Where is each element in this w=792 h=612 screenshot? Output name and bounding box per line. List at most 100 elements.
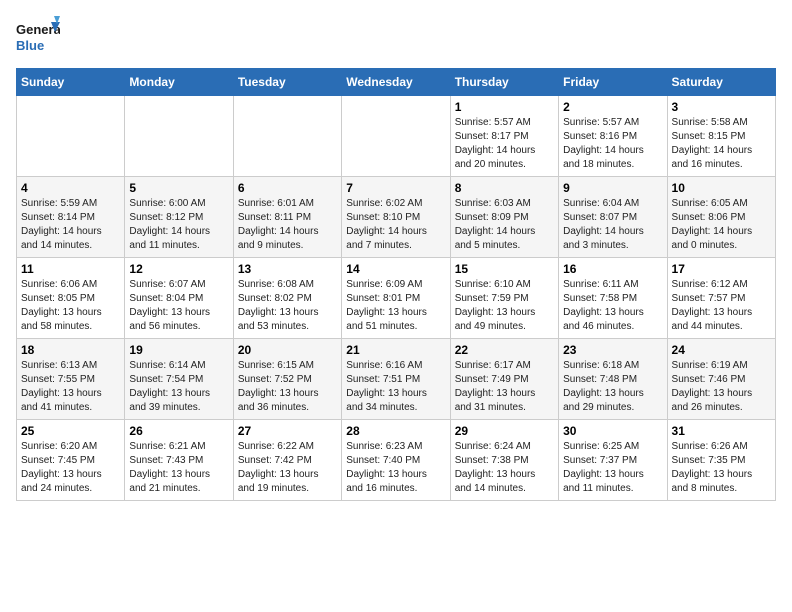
day-info: Sunrise: 6:08 AM Sunset: 8:02 PM Dayligh… (238, 278, 337, 334)
day-number: 10 (672, 181, 771, 195)
day-number: 15 (455, 262, 554, 276)
day-number: 17 (672, 262, 771, 276)
day-info: Sunrise: 6:17 AM Sunset: 7:49 PM Dayligh… (455, 359, 554, 415)
day-cell (17, 96, 125, 177)
header-sunday: Sunday (17, 69, 125, 96)
day-info: Sunrise: 6:13 AM Sunset: 7:55 PM Dayligh… (21, 359, 120, 415)
day-cell (233, 96, 341, 177)
day-info: Sunrise: 6:21 AM Sunset: 7:43 PM Dayligh… (129, 440, 228, 496)
header-wednesday: Wednesday (342, 69, 450, 96)
week-row-3: 18 Sunrise: 6:13 AM Sunset: 7:55 PM Dayli… (17, 339, 776, 420)
day-info: Sunrise: 6:26 AM Sunset: 7:35 PM Dayligh… (672, 440, 771, 496)
day-number: 2 (563, 100, 662, 114)
day-info: Sunrise: 6:04 AM Sunset: 8:07 PM Dayligh… (563, 197, 662, 253)
day-number: 31 (672, 424, 771, 438)
day-cell: 24Sunrise: 6:19 AM Sunset: 7:46 PM Dayli… (667, 339, 775, 420)
day-cell: 17 Sunrise: 6:12 AM Sunset: 7:57 PM Dayli… (667, 258, 775, 339)
day-number: 19 (129, 343, 228, 357)
week-row-1: 4Sunrise: 5:59 AM Sunset: 8:14 PM Daylig… (17, 177, 776, 258)
day-info: Sunrise: 6:07 AM Sunset: 8:04 PM Dayligh… (129, 278, 228, 334)
day-number: 7 (346, 181, 445, 195)
day-cell: 20 Sunrise: 6:15 AM Sunset: 7:52 PM Dayli… (233, 339, 341, 420)
day-cell: 19 Sunrise: 6:14 AM Sunset: 7:54 PM Dayli… (125, 339, 233, 420)
day-info: Sunrise: 6:18 AM Sunset: 7:48 PM Dayligh… (563, 359, 662, 415)
day-number: 30 (563, 424, 662, 438)
day-number: 26 (129, 424, 228, 438)
day-info: Sunrise: 6:00 AM Sunset: 8:12 PM Dayligh… (129, 197, 228, 253)
page-header: GeneralBlue (16, 16, 776, 60)
day-info: Sunrise: 6:01 AM Sunset: 8:11 PM Dayligh… (238, 197, 337, 253)
day-cell: 22 Sunrise: 6:17 AM Sunset: 7:49 PM Dayli… (450, 339, 558, 420)
day-info: Sunrise: 6:10 AM Sunset: 7:59 PM Dayligh… (455, 278, 554, 334)
day-info: Sunrise: 6:23 AM Sunset: 7:40 PM Dayligh… (346, 440, 445, 496)
day-number: 28 (346, 424, 445, 438)
day-cell: 8Sunrise: 6:03 AM Sunset: 8:09 PM Daylig… (450, 177, 558, 258)
day-cell: 27Sunrise: 6:22 AM Sunset: 7:42 PM Dayli… (233, 420, 341, 501)
calendar-header: SundayMondayTuesdayWednesdayThursdayFrid… (17, 69, 776, 96)
day-info: Sunrise: 6:12 AM Sunset: 7:57 PM Dayligh… (672, 278, 771, 334)
day-cell: 26 Sunrise: 6:21 AM Sunset: 7:43 PM Dayli… (125, 420, 233, 501)
day-number: 22 (455, 343, 554, 357)
day-cell: 25 Sunrise: 6:20 AM Sunset: 7:45 PM Dayli… (17, 420, 125, 501)
day-info: Sunrise: 6:05 AM Sunset: 8:06 PM Dayligh… (672, 197, 771, 253)
day-number: 6 (238, 181, 337, 195)
day-cell: 7 Sunrise: 6:02 AM Sunset: 8:10 PM Daylig… (342, 177, 450, 258)
day-cell: 15 Sunrise: 6:10 AM Sunset: 7:59 PM Dayli… (450, 258, 558, 339)
day-info: Sunrise: 6:06 AM Sunset: 8:05 PM Dayligh… (21, 278, 120, 334)
day-cell: 23Sunrise: 6:18 AM Sunset: 7:48 PM Dayli… (559, 339, 667, 420)
day-number: 11 (21, 262, 120, 276)
day-cell: 21 Sunrise: 6:16 AM Sunset: 7:51 PM Dayli… (342, 339, 450, 420)
day-info: Sunrise: 6:03 AM Sunset: 8:09 PM Dayligh… (455, 197, 554, 253)
day-cell: 4Sunrise: 5:59 AM Sunset: 8:14 PM Daylig… (17, 177, 125, 258)
day-info: Sunrise: 6:14 AM Sunset: 7:54 PM Dayligh… (129, 359, 228, 415)
day-cell: 3Sunrise: 5:58 AM Sunset: 8:15 PM Daylig… (667, 96, 775, 177)
day-info: Sunrise: 6:16 AM Sunset: 7:51 PM Dayligh… (346, 359, 445, 415)
day-info: Sunrise: 5:58 AM Sunset: 8:15 PM Dayligh… (672, 116, 771, 172)
day-cell: 16 Sunrise: 6:11 AM Sunset: 7:58 PM Dayli… (559, 258, 667, 339)
week-row-4: 25 Sunrise: 6:20 AM Sunset: 7:45 PM Dayli… (17, 420, 776, 501)
day-cell: 28 Sunrise: 6:23 AM Sunset: 7:40 PM Dayli… (342, 420, 450, 501)
header-monday: Monday (125, 69, 233, 96)
day-number: 29 (455, 424, 554, 438)
day-number: 18 (21, 343, 120, 357)
day-number: 25 (21, 424, 120, 438)
day-cell: 1Sunrise: 5:57 AM Sunset: 8:17 PM Daylig… (450, 96, 558, 177)
logo: GeneralBlue (16, 16, 60, 60)
header-friday: Friday (559, 69, 667, 96)
day-number: 14 (346, 262, 445, 276)
day-number: 12 (129, 262, 228, 276)
day-cell: 2Sunrise: 5:57 AM Sunset: 8:16 PM Daylig… (559, 96, 667, 177)
day-info: Sunrise: 6:09 AM Sunset: 8:01 PM Dayligh… (346, 278, 445, 334)
day-number: 16 (563, 262, 662, 276)
header-thursday: Thursday (450, 69, 558, 96)
day-cell: 18 Sunrise: 6:13 AM Sunset: 7:55 PM Dayli… (17, 339, 125, 420)
day-number: 21 (346, 343, 445, 357)
day-info: Sunrise: 6:11 AM Sunset: 7:58 PM Dayligh… (563, 278, 662, 334)
week-row-0: 1Sunrise: 5:57 AM Sunset: 8:17 PM Daylig… (17, 96, 776, 177)
day-info: Sunrise: 6:02 AM Sunset: 8:10 PM Dayligh… (346, 197, 445, 253)
day-cell: 10 Sunrise: 6:05 AM Sunset: 8:06 PM Dayli… (667, 177, 775, 258)
day-cell: 31 Sunrise: 6:26 AM Sunset: 7:35 PM Dayli… (667, 420, 775, 501)
day-number: 27 (238, 424, 337, 438)
day-number: 20 (238, 343, 337, 357)
header-saturday: Saturday (667, 69, 775, 96)
day-info: Sunrise: 5:59 AM Sunset: 8:14 PM Dayligh… (21, 197, 120, 253)
day-cell: 12 Sunrise: 6:07 AM Sunset: 8:04 PM Dayli… (125, 258, 233, 339)
day-cell: 5 Sunrise: 6:00 AM Sunset: 8:12 PM Daylig… (125, 177, 233, 258)
day-cell: 30Sunrise: 6:25 AM Sunset: 7:37 PM Dayli… (559, 420, 667, 501)
day-cell: 11 Sunrise: 6:06 AM Sunset: 8:05 PM Dayli… (17, 258, 125, 339)
day-cell (125, 96, 233, 177)
day-number: 9 (563, 181, 662, 195)
header-tuesday: Tuesday (233, 69, 341, 96)
day-info: Sunrise: 6:15 AM Sunset: 7:52 PM Dayligh… (238, 359, 337, 415)
day-number: 1 (455, 100, 554, 114)
day-cell: 9 Sunrise: 6:04 AM Sunset: 8:07 PM Daylig… (559, 177, 667, 258)
week-row-2: 11 Sunrise: 6:06 AM Sunset: 8:05 PM Dayli… (17, 258, 776, 339)
day-info: Sunrise: 6:20 AM Sunset: 7:45 PM Dayligh… (21, 440, 120, 496)
header-row: SundayMondayTuesdayWednesdayThursdayFrid… (17, 69, 776, 96)
day-number: 13 (238, 262, 337, 276)
day-cell (342, 96, 450, 177)
day-cell: 14 Sunrise: 6:09 AM Sunset: 8:01 PM Dayli… (342, 258, 450, 339)
day-number: 5 (129, 181, 228, 195)
day-cell: 29Sunrise: 6:24 AM Sunset: 7:38 PM Dayli… (450, 420, 558, 501)
